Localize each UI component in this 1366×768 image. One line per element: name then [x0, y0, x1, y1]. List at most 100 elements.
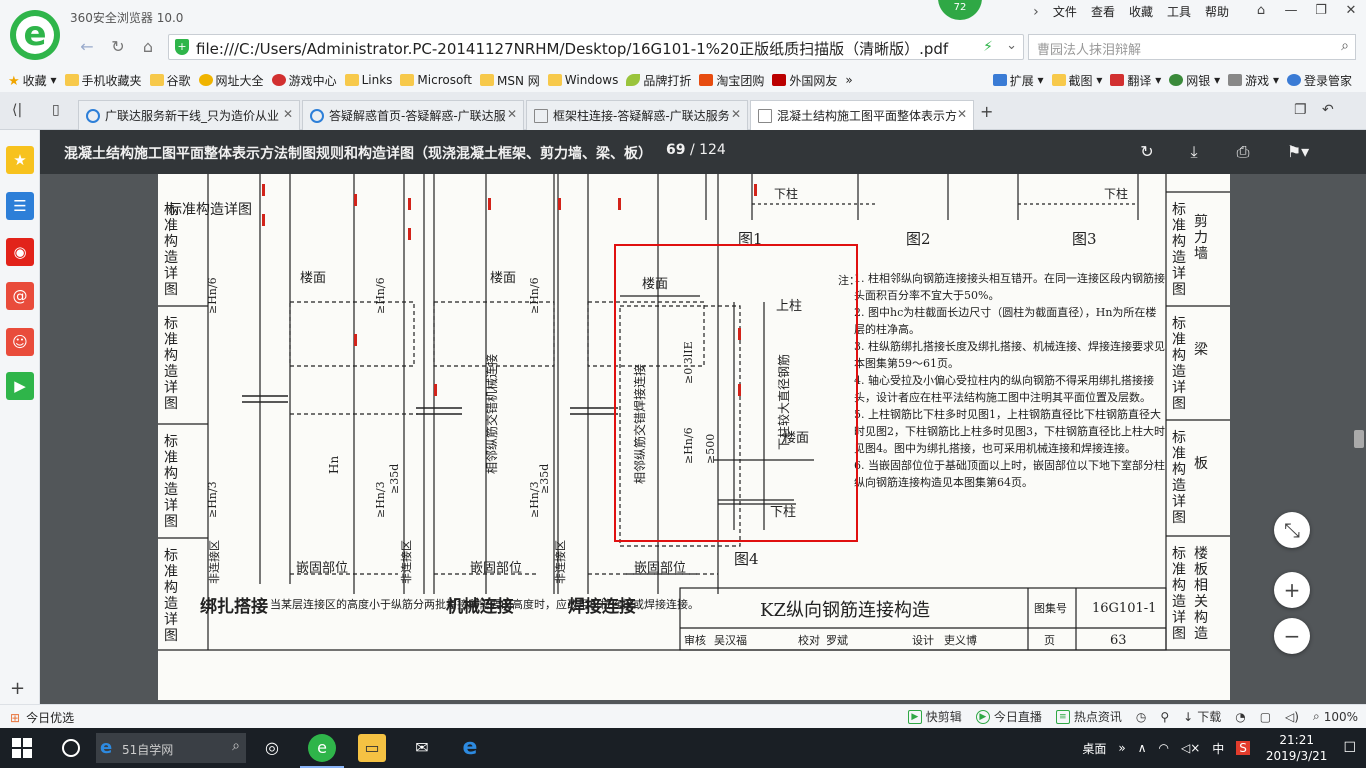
close-icon[interactable]: ✕	[1336, 0, 1366, 22]
pdf-scrollbar-thumb[interactable]	[1354, 430, 1364, 448]
taskbar-mail-icon[interactable]: ✉	[408, 734, 436, 762]
favorites-star-icon[interactable]: ★	[6, 146, 34, 174]
bookmark-mobile[interactable]: 手机收藏夹	[64, 72, 142, 89]
download-icon[interactable]: ⤓	[1183, 141, 1205, 163]
address-bar[interactable]: + file:///C:/Users/Administrator.PC-2014…	[168, 34, 1024, 60]
bookmarks-more[interactable]: »	[845, 73, 852, 87]
bookmark-games[interactable]: 游戏中心	[271, 72, 337, 89]
undo-close-icon[interactable]: ↶	[1322, 102, 1334, 118]
status-cleanup-icon[interactable]: ◔	[1235, 710, 1245, 724]
status-download[interactable]: ↓ 下载	[1183, 708, 1221, 725]
zoom-in-button[interactable]: +	[1274, 572, 1310, 608]
search-box[interactable]: 曹园法人抹泪辩解 ⌕	[1028, 34, 1356, 60]
bookmark-menu-icon[interactable]: ⚑▾	[1280, 141, 1316, 163]
taskbar-edge-icon[interactable]: e	[456, 734, 484, 762]
rotate-icon[interactable]: ↻	[1136, 141, 1158, 163]
sidebar-toggle-icon[interactable]: ⟨|	[12, 102, 22, 118]
bookmark-favorites[interactable]: ★ 收藏 ▾	[8, 72, 57, 89]
status-quick-edit[interactable]: ▶ 快剪辑	[907, 708, 962, 725]
ext-screenshot[interactable]: 截图 ▾	[1051, 72, 1102, 89]
close-tab-icon[interactable]: ✕	[506, 107, 517, 121]
status-refresh-icon[interactable]: ◷	[1136, 710, 1146, 724]
security-score-badge[interactable]: 72	[938, 0, 982, 20]
taskbar-search-text[interactable]: 51自学网	[122, 741, 173, 758]
ext-login-manager[interactable]: 登录管家	[1286, 72, 1352, 89]
skin-icon[interactable]: ⌂	[1246, 0, 1276, 22]
menu-file[interactable]: 文件	[1046, 3, 1084, 20]
bookmark-taobao[interactable]: 淘宝团购	[699, 72, 764, 89]
bookmark-foreign[interactable]: 外国网友	[772, 72, 837, 89]
video-icon[interactable]: ▶	[6, 372, 34, 400]
menu-help[interactable]: 帮助	[1198, 3, 1236, 20]
weibo-icon[interactable]: ◉	[6, 238, 34, 266]
bookmark-sites[interactable]: 网址大全	[198, 72, 264, 89]
tab-2[interactable]: 框架柱连接-答疑解惑-广联达服务 ✕	[526, 100, 748, 130]
bookmark-brand[interactable]: 品牌打折	[626, 72, 691, 89]
tab-1[interactable]: 答疑解惑首页-答疑解惑-广联达服 ✕	[302, 100, 524, 130]
windows-start-icon[interactable]	[12, 738, 32, 758]
clock[interactable]: 21:21 2019/3/21	[1266, 732, 1328, 764]
tab-list-icon[interactable]: ▯	[52, 102, 60, 118]
back-icon[interactable]: ←	[76, 36, 98, 58]
cortana-icon[interactable]	[62, 739, 80, 757]
bookmark-google[interactable]: 谷歌	[149, 72, 191, 89]
minimize-icon[interactable]: —	[1276, 0, 1306, 22]
maximize-icon[interactable]: ❐	[1306, 0, 1336, 22]
taskbar-chrome-ring-icon[interactable]: ◎	[258, 734, 286, 762]
bookmark-windows[interactable]: Windows	[547, 73, 618, 87]
notification-icon[interactable]: ☐	[1343, 740, 1356, 756]
taskbar-explorer-icon[interactable]: ▭	[358, 734, 386, 762]
wifi-icon[interactable]: ◠	[1158, 741, 1168, 755]
chevron-right-icon[interactable]: ›	[1026, 4, 1046, 20]
taskbar-search[interactable]: e 51自学网 ⌕	[96, 733, 246, 763]
zoom-out-button[interactable]: −	[1274, 618, 1310, 654]
home-icon[interactable]: ⌂	[137, 36, 159, 58]
taskbar-360-browser-icon[interactable]: e	[300, 734, 344, 768]
status-daily-pick[interactable]: 今日优选	[26, 709, 74, 726]
status-hot-news[interactable]: ≡ 热点资讯	[1055, 708, 1122, 725]
print-icon[interactable]: ⎙	[1232, 141, 1254, 163]
bookmark-msn[interactable]: MSN 网	[480, 72, 540, 89]
address-url[interactable]: file:///C:/Users/Administrator.PC-201411…	[196, 38, 948, 59]
reading-list-icon[interactable]: ☰	[6, 192, 34, 220]
bookmark-microsoft[interactable]: Microsoft	[400, 73, 472, 87]
page-current[interactable]: 69	[666, 142, 685, 158]
menu-favorites[interactable]: 收藏	[1122, 3, 1160, 20]
side-right-tab-1: 标准构造详图	[1172, 316, 1186, 412]
mail-icon[interactable]: @	[6, 282, 34, 310]
new-tab-icon[interactable]: +	[980, 102, 993, 121]
lightning-icon[interactable]: ⚡	[983, 39, 993, 55]
ext-games[interactable]: 游戏 ▾	[1228, 72, 1279, 89]
menu-tools[interactable]: 工具	[1160, 3, 1198, 20]
ext-translate[interactable]: 翻译 ▾	[1110, 72, 1161, 89]
sogou-ime-icon[interactable]: S	[1236, 741, 1250, 755]
status-zoom[interactable]: ⌕ 100%	[1313, 709, 1358, 724]
chevron-down-icon[interactable]: ⌄	[1006, 38, 1017, 53]
ext-extensions[interactable]: 扩展 ▾	[992, 72, 1044, 89]
tray-desktop[interactable]: 桌面	[1082, 740, 1106, 757]
ext-bank[interactable]: 网银 ▾	[1169, 72, 1220, 89]
status-pin-icon[interactable]: ⚲	[1160, 710, 1169, 724]
status-live[interactable]: ▶ 今日直播	[975, 708, 1042, 725]
add-sidebar-icon[interactable]: +	[10, 678, 25, 699]
fit-page-icon[interactable]: ⤡	[1274, 512, 1310, 548]
tray-expand-icon[interactable]: »	[1118, 741, 1125, 755]
search-icon[interactable]: ⌕	[1341, 38, 1349, 54]
status-sound-icon[interactable]: ◁)	[1285, 710, 1299, 724]
tab-0[interactable]: 广联达服务新干线_只为造价从业 ✕	[78, 100, 300, 130]
bookmark-links[interactable]: Links	[344, 73, 392, 87]
game-robot-icon[interactable]: ☺	[6, 328, 34, 356]
reload-icon[interactable]: ↻	[107, 36, 129, 58]
ime-indicator[interactable]: 中	[1212, 740, 1224, 757]
tab-3-active[interactable]: 混凝土结构施工图平面整体表示方 ✕	[750, 100, 974, 130]
close-tab-icon[interactable]: ✕	[282, 107, 293, 121]
search-placeholder[interactable]: 曹园法人抹泪辩解	[1037, 39, 1141, 58]
close-tab-icon[interactable]: ✕	[956, 107, 967, 121]
status-window-icon[interactable]: ▢	[1260, 710, 1271, 724]
tray-up-icon[interactable]: ∧	[1138, 741, 1147, 755]
search-icon[interactable]: ⌕	[232, 738, 240, 754]
close-tab-icon[interactable]: ✕	[730, 107, 741, 121]
volume-icon[interactable]: ◁×	[1181, 741, 1200, 755]
restore-tabs-icon[interactable]: ❐	[1294, 102, 1307, 118]
menu-view[interactable]: 查看	[1084, 3, 1122, 20]
